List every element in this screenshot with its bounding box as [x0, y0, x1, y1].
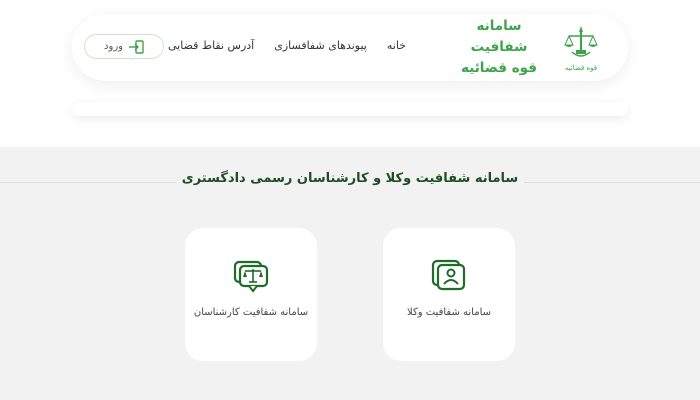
nav-links: خانه پیوندهای شفافسازی آدرس نقاط قضایی — [168, 39, 406, 52]
justice-scale-icon — [233, 260, 269, 293]
secondary-bar — [72, 102, 628, 116]
card-experts-transparency[interactable]: سامانه شفافیت کارشناسان — [185, 228, 317, 361]
nav-link-home[interactable]: خانه — [387, 39, 406, 52]
emblem-caption: قوه قضائیه — [565, 64, 597, 72]
brand-line-3: قوه قضائیه — [461, 60, 537, 76]
card-lawyers-label: سامانه شفافیت وکلا — [407, 307, 491, 318]
nav-link-judicial-addresses[interactable]: آدرس نقاط قضایی — [168, 39, 254, 52]
brand-line-1: سامانه — [476, 18, 522, 34]
login-label: ورود — [104, 41, 123, 52]
judiciary-emblem-icon: قوه قضائیه — [564, 26, 598, 72]
section-title: سامانه شفافیت وکلا و کارشناسان رسمی دادگ… — [0, 171, 700, 186]
card-experts-label: سامانه شفافیت کارشناسان — [193, 307, 309, 318]
login-icon — [128, 39, 144, 54]
login-button[interactable]: ورود — [84, 34, 164, 59]
brand-line-2: شفافیت — [470, 39, 528, 55]
nav-link-transparency-links[interactable]: پیوندهای شفافسازی — [274, 39, 367, 52]
navbar: قوه قضائیه سامانه شفافیت قوه قضائیه خانه… — [72, 14, 628, 81]
lawyer-id-icon — [431, 259, 466, 291]
section-title-text: سامانه شفافیت وکلا و کارشناسان رسمی دادگ… — [175, 171, 525, 186]
brand-title: سامانه شفافیت قوه قضائیه — [454, 16, 544, 79]
card-lawyers-transparency[interactable]: سامانه شفافیت وکلا — [383, 228, 515, 361]
